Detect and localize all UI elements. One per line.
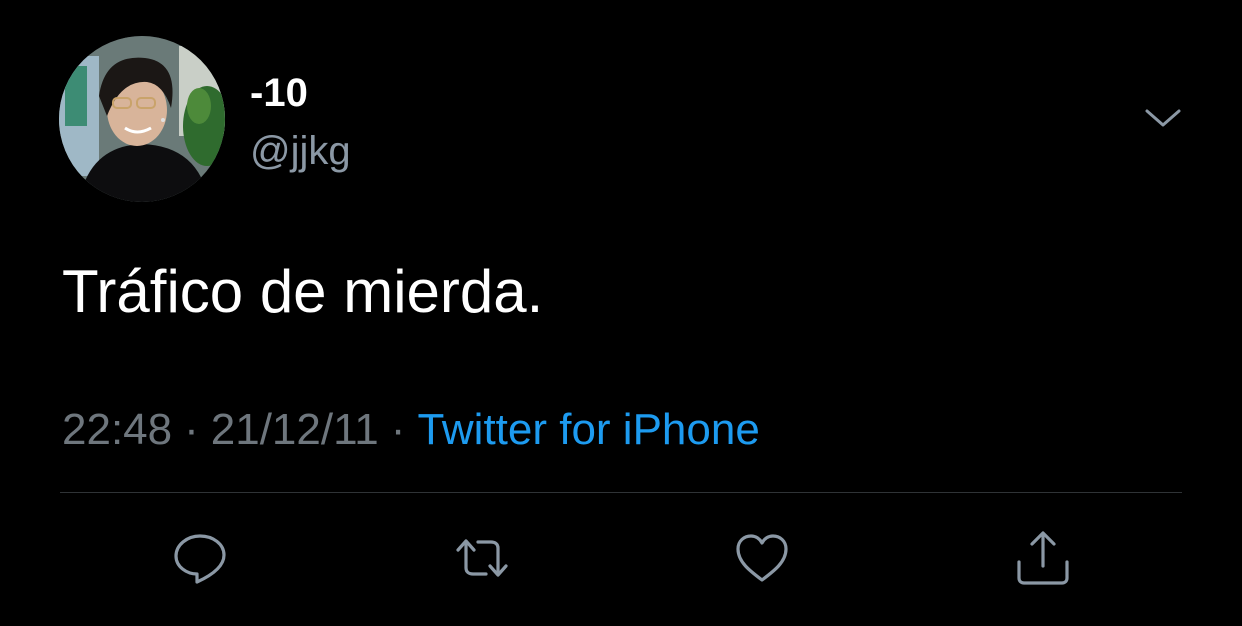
tweet-time: 22:48	[62, 405, 173, 454]
retweet-button[interactable]	[452, 528, 512, 588]
tweet-detail: -10 @jjkg Tráfico de mierda. 22:48 · 21/12…	[0, 0, 1242, 626]
display-name[interactable]: -10	[250, 70, 308, 116]
reply-button[interactable]	[170, 528, 230, 588]
meta-separator: ·	[390, 405, 406, 454]
tweet-source-link[interactable]: Twitter for iPhone	[417, 405, 759, 454]
more-options-button[interactable]	[1143, 103, 1183, 135]
chevron-down-icon	[1145, 109, 1181, 127]
avatar[interactable]	[59, 36, 225, 202]
heart-icon	[736, 534, 788, 582]
tweet-metadata: 22:48 · 21/12/11 · Twitter for iPhone	[62, 405, 760, 455]
share-button[interactable]	[1013, 528, 1073, 588]
user-handle[interactable]: @jjkg	[250, 128, 351, 174]
avatar-photo	[59, 36, 225, 202]
speech-bubble-icon	[174, 534, 226, 584]
meta-separator: ·	[184, 405, 199, 454]
retweet-icon	[456, 539, 508, 577]
divider	[60, 492, 1182, 493]
share-upload-icon	[1017, 531, 1069, 585]
tweet-date[interactable]: 21/12/11	[211, 405, 379, 454]
tweet-text: Tráfico de mierda.	[62, 258, 544, 325]
like-button[interactable]	[732, 528, 792, 588]
